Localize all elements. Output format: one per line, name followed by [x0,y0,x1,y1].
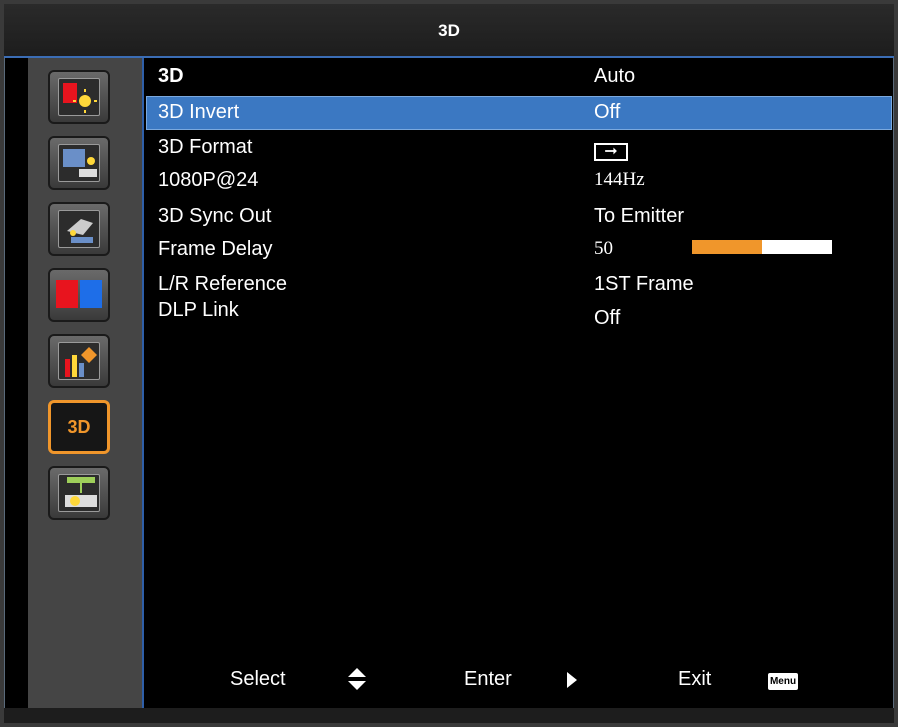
menu-value: 50 [594,238,613,259]
display-settings-icon [58,144,100,182]
menu-row-3d-format[interactable]: 3D Format ➞ [146,131,892,165]
menu-value: To Emitter [594,205,685,227]
menu-label: Frame Delay [158,238,273,260]
3d-icon: 3D [67,417,91,437]
menu-row-1080p24[interactable]: 1080P@24 144Hz [146,164,892,198]
sidebar-item-image-settings[interactable] [48,70,110,124]
menu-label: 3D Sync Out [158,205,272,227]
menu-value: Off [594,101,621,123]
menu-label: 3D [158,65,184,87]
bottom-bar [4,708,894,723]
menu-row-3d[interactable]: 3D Auto [146,60,892,94]
sidebar-item-3d[interactable]: 3D [48,400,110,454]
select-hint: Select [230,668,286,690]
menu-row-dlp-link[interactable]: DLP Link Off [146,294,892,329]
setup-icon [58,210,100,248]
menu-value: 1ST Frame [594,273,694,295]
sidebar-item-display-settings[interactable] [48,136,110,190]
menu-label: 3D Format [158,136,253,158]
menu-label: 1080P@24 [158,169,259,191]
sidebar-item-color-settings[interactable] [48,268,110,322]
slider-fill [692,240,762,254]
menu-title: 3D [4,4,894,58]
sidebar-item-network[interactable] [48,466,110,520]
sidebar-item-setup[interactable] [48,202,110,256]
side-by-side-arrow-icon: ➞ [594,136,628,161]
menu-row-3d-invert[interactable]: 3D Invert Off [146,96,892,130]
footer-hints: Select Enter Exit Menu [146,660,892,700]
menu-label: L/R Reference [158,273,287,295]
menu-value: 144Hz [594,169,645,190]
menu-row-3d-sync-out[interactable]: 3D Sync Out To Emitter [146,200,892,234]
right-arrow-icon [566,671,578,695]
menu-value: Off [594,307,621,329]
network-icon [58,474,100,512]
up-down-arrow-icon [346,666,368,698]
frame-delay-slider[interactable] [692,240,832,254]
menu-label: 3D Invert [158,101,240,123]
info-icon [58,342,100,380]
sidebar-item-info[interactable] [48,334,110,388]
sidebar: 3D [28,58,144,708]
menu-label: DLP Link [158,299,239,321]
menu-key-icon: Menu [768,673,798,690]
menu-content: 3D Auto 3D Invert Off 3D Format ➞ 1080P@… [146,58,892,708]
enter-hint: Enter [464,668,512,690]
exit-hint: Exit [678,668,712,690]
image-settings-icon [58,78,100,116]
menu-value: Auto [594,65,636,87]
